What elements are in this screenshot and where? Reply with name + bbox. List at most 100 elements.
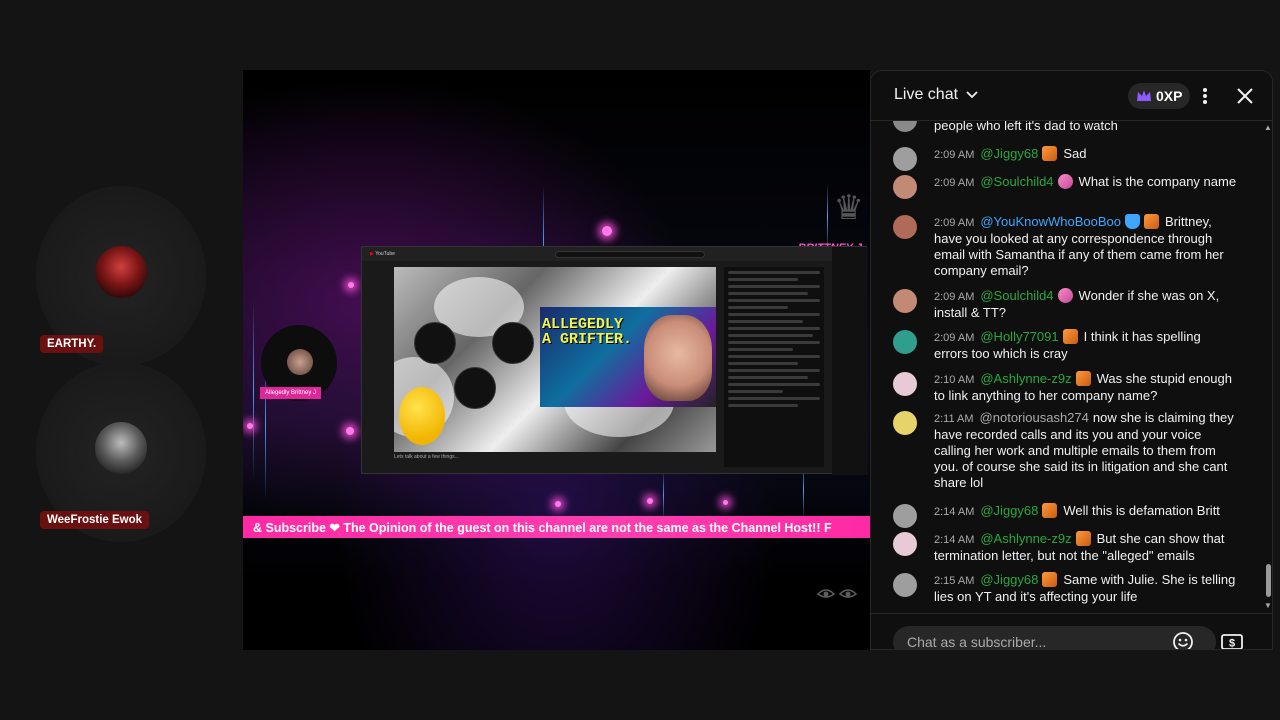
member-badge-icon	[1042, 572, 1058, 587]
chat-mode-dropdown[interactable]: Live chat	[894, 86, 980, 104]
message-author[interactable]: @Ashlynne-z9z	[980, 531, 1071, 546]
screenshare-topbar: ▶ YouTube	[362, 247, 866, 261]
host-name-tag: Allegedly Brittney J	[260, 387, 322, 399]
glow-dot	[346, 427, 354, 435]
message-text: Sad	[1063, 146, 1087, 161]
message-time: 2:09 AM	[934, 217, 975, 229]
message-time: 2:09 AM	[934, 332, 975, 344]
close-icon	[1237, 88, 1253, 104]
member-badge-icon	[1057, 288, 1073, 303]
crown-icon	[1137, 90, 1151, 101]
chat-title: Live chat	[894, 86, 959, 103]
participant-name-tag: WeeFrostie Ewok	[40, 511, 150, 529]
xp-label: 0XP	[1156, 88, 1183, 104]
screenshare-sidebar	[832, 247, 868, 475]
super-chat-button[interactable]: $	[1217, 627, 1247, 650]
chat-message: 2:14 AM @Ashlynne-z9z But she can show tha…	[893, 531, 1238, 564]
lemon-emoji-image	[399, 387, 445, 445]
chat-message: people who left it's dad to watch	[893, 121, 1238, 134]
member-badge-icon	[1057, 174, 1073, 189]
super-chat-dollar-icon: $	[1221, 634, 1243, 650]
light-beam	[663, 470, 664, 520]
chat-message: 2:09 AM @Jiggy68 Sad	[893, 146, 1238, 171]
chat-message: 2:09 AM @YouKnowWhoBooBoo Brittney, have y…	[893, 214, 1238, 279]
screenshare-window: ▶ YouTube ALLEGEDLY A GRIFTER. Lets talk…	[361, 246, 868, 475]
ticker-text: & Subscribe ❤ The Opinion of the guest o…	[253, 520, 832, 535]
guest-face	[644, 315, 712, 401]
host-avatar	[287, 349, 313, 375]
message-time: 2:09 AM	[934, 149, 975, 161]
glow-dot	[348, 282, 354, 288]
svg-text:$: $	[1229, 638, 1235, 650]
avatar	[95, 422, 147, 474]
message-author[interactable]: @Soulchild4	[980, 288, 1053, 303]
message-time: 2:10 AM	[934, 374, 975, 386]
chat-message-list[interactable]: people who left it's dad to watch 2:09 A…	[871, 121, 1272, 613]
mini-participant-tile	[492, 322, 534, 364]
message-text: Wonder if she was on X, install & TT?	[934, 288, 1220, 320]
message-time: 2:09 AM	[934, 177, 975, 189]
member-badge-icon	[1075, 371, 1091, 386]
message-text: people who left it's dad to watch	[934, 121, 1118, 133]
message-author[interactable]: @Jiggy68	[980, 146, 1038, 161]
chevron-down-icon	[966, 91, 978, 99]
main-video[interactable]: ♛ BRITTNEY J Allegedly Brittney J ▶ YouT…	[243, 70, 870, 650]
screenshare-player: ALLEGEDLY A GRIFTER.	[394, 267, 716, 452]
close-chat-button[interactable]	[1230, 81, 1260, 111]
message-author[interactable]: @Ashlynne-z9z	[980, 371, 1071, 386]
message-author[interactable]: @Jiggy68	[980, 503, 1038, 518]
emoji-button[interactable]	[1168, 627, 1198, 649]
message-author[interactable]: @notoriousash274	[980, 410, 1089, 425]
chat-message: 2:10 AM @Ashlynne-z9z Was she stupid enoug…	[893, 371, 1238, 404]
avatar	[893, 289, 917, 313]
light-beam	[253, 300, 254, 480]
message-time: 2:11 AM	[934, 413, 974, 425]
avatar	[893, 532, 917, 556]
scroll-down-arrow[interactable]: ▼	[1264, 601, 1272, 610]
message-author[interactable]: @Soulchild4	[980, 174, 1053, 189]
chat-message: 2:14 AM @Jiggy68 Well this is defamation B…	[893, 503, 1238, 528]
member-badge-icon	[1042, 503, 1058, 518]
chat-message: 2:09 AM @Holly77091 I think it has spellin…	[893, 329, 1238, 362]
verified-shield-icon	[1125, 214, 1141, 229]
eyes-logo-icon	[816, 589, 858, 598]
more-vert-icon	[1203, 88, 1207, 104]
screenshare-chat	[724, 267, 824, 467]
live-chat-panel: Live chat 0XP people who left it's dad t…	[870, 70, 1273, 650]
message-time: 2:15 AM	[934, 575, 975, 587]
screenshare-app-name: YouTube	[375, 251, 395, 257]
glow-dot	[723, 500, 728, 505]
message-author[interactable]: @Jiggy68	[980, 572, 1038, 587]
message-time: 2:14 AM	[934, 506, 975, 518]
scroll-up-arrow[interactable]: ▲	[1264, 123, 1272, 132]
ticker-banner: & Subscribe ❤ The Opinion of the guest o…	[243, 516, 870, 538]
avatar	[893, 504, 917, 528]
message-time: 2:14 AM	[934, 534, 975, 546]
avatar	[893, 330, 917, 354]
chat-message: 2:15 AM @Jiggy68 Same with Julie. She is t…	[893, 572, 1238, 605]
avatar	[893, 121, 917, 132]
chat-header: Live chat 0XP	[871, 71, 1272, 121]
grifter-overlay: ALLEGEDLY A GRIFTER.	[540, 307, 716, 407]
message-text: Well this is defamation Britt	[1063, 503, 1220, 518]
crown-logo-icon: ♛	[833, 189, 864, 227]
message-text: What is the company name	[1078, 174, 1237, 189]
member-badge-icon	[1144, 214, 1160, 229]
xp-button[interactable]: 0XP	[1128, 83, 1191, 109]
message-time: 2:09 AM	[934, 291, 975, 303]
member-badge-icon	[1042, 146, 1058, 161]
avatar	[893, 372, 917, 396]
avatar	[893, 411, 917, 435]
message-author[interactable]: @YouKnowWhoBooBoo	[980, 214, 1121, 229]
message-author[interactable]: @Holly77091	[980, 329, 1058, 344]
member-badge-icon	[1075, 531, 1091, 546]
screenshare-caption: Lets talk about a few things...	[394, 454, 459, 460]
stage: EARTHY. WeeFrostie Ewok ♛ BRITTNEY J All…	[0, 0, 1280, 720]
chat-scrollbar-thumb[interactable]	[1266, 564, 1271, 597]
chat-message: 2:09 AM @Soulchild4 Wonder if she was on X…	[893, 288, 1238, 321]
mini-participant-tile	[414, 322, 456, 364]
chat-message: 2:11 AM @notoriousash274 now she is claimi…	[893, 410, 1238, 491]
more-options-button[interactable]	[1190, 81, 1220, 111]
glow-dot	[602, 226, 612, 236]
avatar	[893, 147, 917, 171]
